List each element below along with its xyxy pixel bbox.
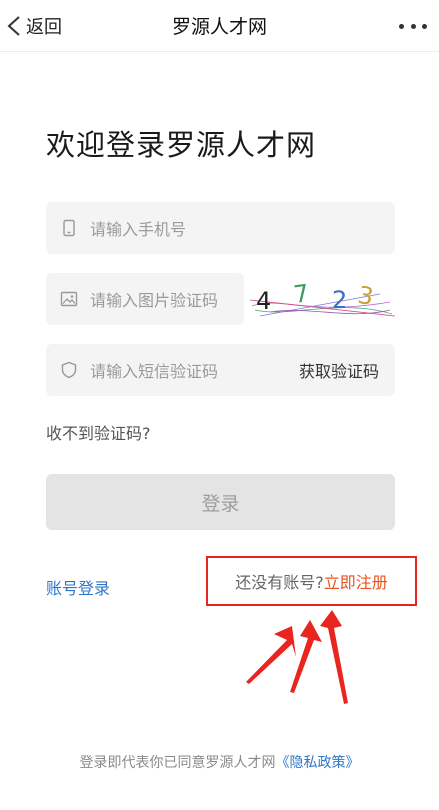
account-login-link[interactable]: 账号登录 bbox=[46, 575, 110, 599]
no-code-link[interactable]: 收不到验证码? bbox=[46, 420, 151, 444]
captcha-image[interactable]: 4 7 2 3 bbox=[250, 276, 395, 324]
shield-icon bbox=[60, 361, 78, 379]
more-dot bbox=[399, 23, 404, 29]
image-icon bbox=[60, 290, 78, 308]
phone-input[interactable]: 请输入手机号 bbox=[46, 202, 395, 254]
footer-text: 登录即代表你已同意罗源人才网 bbox=[79, 755, 276, 771]
register-question: 还没有账号? bbox=[235, 573, 324, 592]
register-highlight-box: 还没有账号? 立即注册 bbox=[206, 556, 417, 606]
page-title: 罗源人才网 bbox=[171, 16, 267, 38]
sms-code-placeholder: 请输入短信验证码 bbox=[90, 362, 219, 381]
captcha-char: 3 bbox=[356, 281, 376, 311]
welcome-heading: 欢迎登录罗源人才网 bbox=[46, 128, 317, 162]
more-menu-icon[interactable] bbox=[399, 14, 427, 38]
captcha-char: 4 bbox=[256, 287, 271, 315]
captcha-char: 7 bbox=[292, 279, 311, 309]
phone-icon bbox=[60, 219, 78, 237]
register-link[interactable]: 立即注册 bbox=[324, 569, 388, 593]
captcha-char: 2 bbox=[332, 286, 347, 314]
get-code-button[interactable]: 获取验证码 bbox=[299, 344, 379, 396]
arrow-icon bbox=[246, 610, 348, 704]
privacy-policy-link[interactable]: 《隐私政策》 bbox=[276, 755, 360, 771]
image-code-input[interactable]: 请输入图片验证码 bbox=[46, 273, 244, 325]
footer-agreement: 登录即代表你已同意罗源人才网《隐私政策》 bbox=[0, 752, 439, 772]
phone-placeholder: 请输入手机号 bbox=[90, 220, 187, 239]
top-navbar: 返回 罗源人才网 bbox=[0, 0, 439, 52]
login-button[interactable]: 登录 bbox=[46, 474, 395, 530]
more-dot bbox=[410, 23, 416, 29]
image-code-placeholder: 请输入图片验证码 bbox=[90, 291, 219, 310]
annotation-arrows bbox=[246, 610, 348, 704]
sms-code-input[interactable]: 请输入短信验证码 获取验证码 bbox=[46, 344, 395, 396]
more-dot bbox=[422, 23, 427, 29]
